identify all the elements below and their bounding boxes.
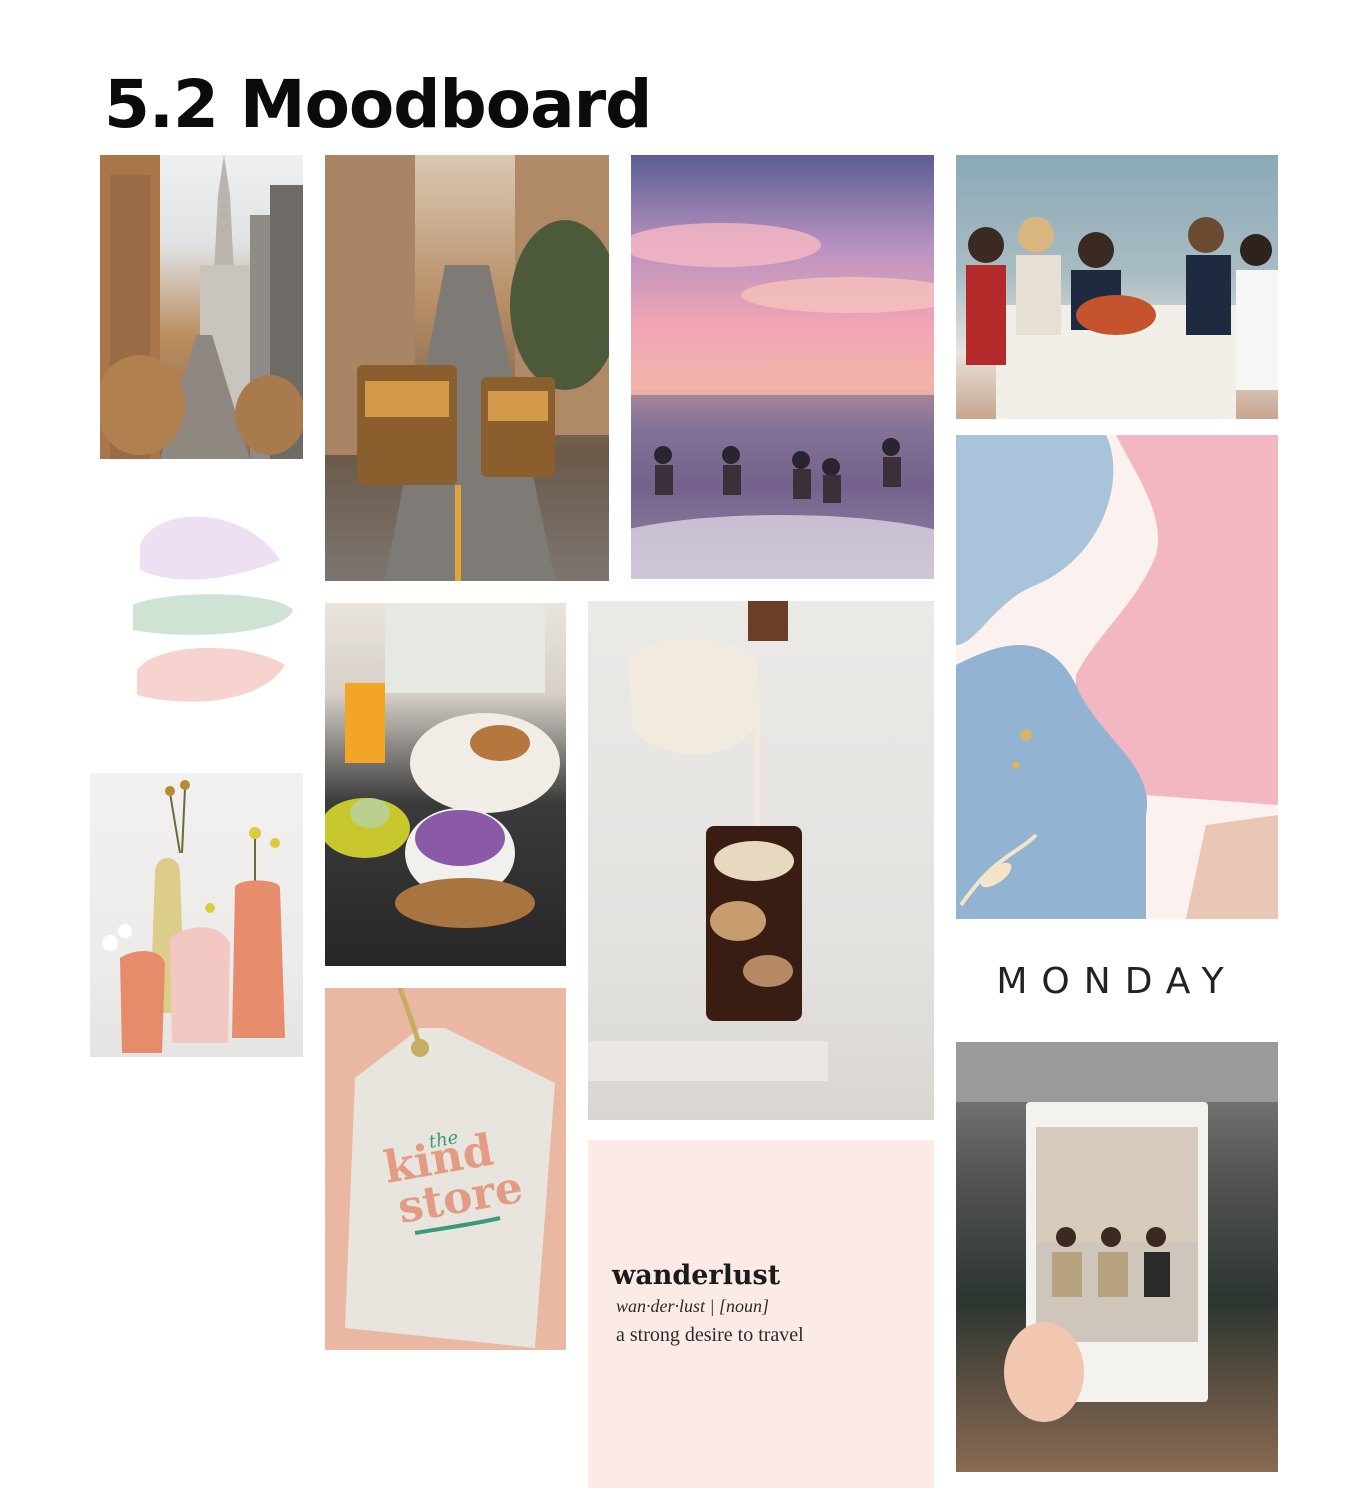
page-title: 5.2 Moodboard — [104, 66, 652, 143]
wanderlust-pronunciation: wan·der·lust | [noun] — [616, 1296, 769, 1316]
cable-car-street-photo — [325, 155, 609, 581]
monday-logo-text: MONDAY — [996, 961, 1238, 1002]
wanderlust-definition: a strong desire to travel — [616, 1324, 804, 1346]
city-street-photo — [100, 155, 303, 459]
kind-store-tag-photo: the kind store — [325, 988, 566, 1350]
abstract-watercolor-art — [956, 435, 1278, 919]
wanderlust-word: wanderlust — [612, 1260, 781, 1291]
wanderlust-definition-card: wanderlust wan·der·lust | [noun] a stron… — [588, 1140, 934, 1488]
breakfast-table-photo — [325, 603, 566, 966]
color-swatches — [125, 505, 295, 720]
polaroid-photo — [956, 1042, 1278, 1472]
friends-gathering-photo — [956, 155, 1278, 419]
monday-logo: MONDAY — [956, 935, 1278, 1035]
iced-coffee-photo — [588, 601, 934, 1120]
sunset-sea-photo — [631, 155, 934, 579]
ceramic-vases-photo — [90, 773, 303, 1057]
